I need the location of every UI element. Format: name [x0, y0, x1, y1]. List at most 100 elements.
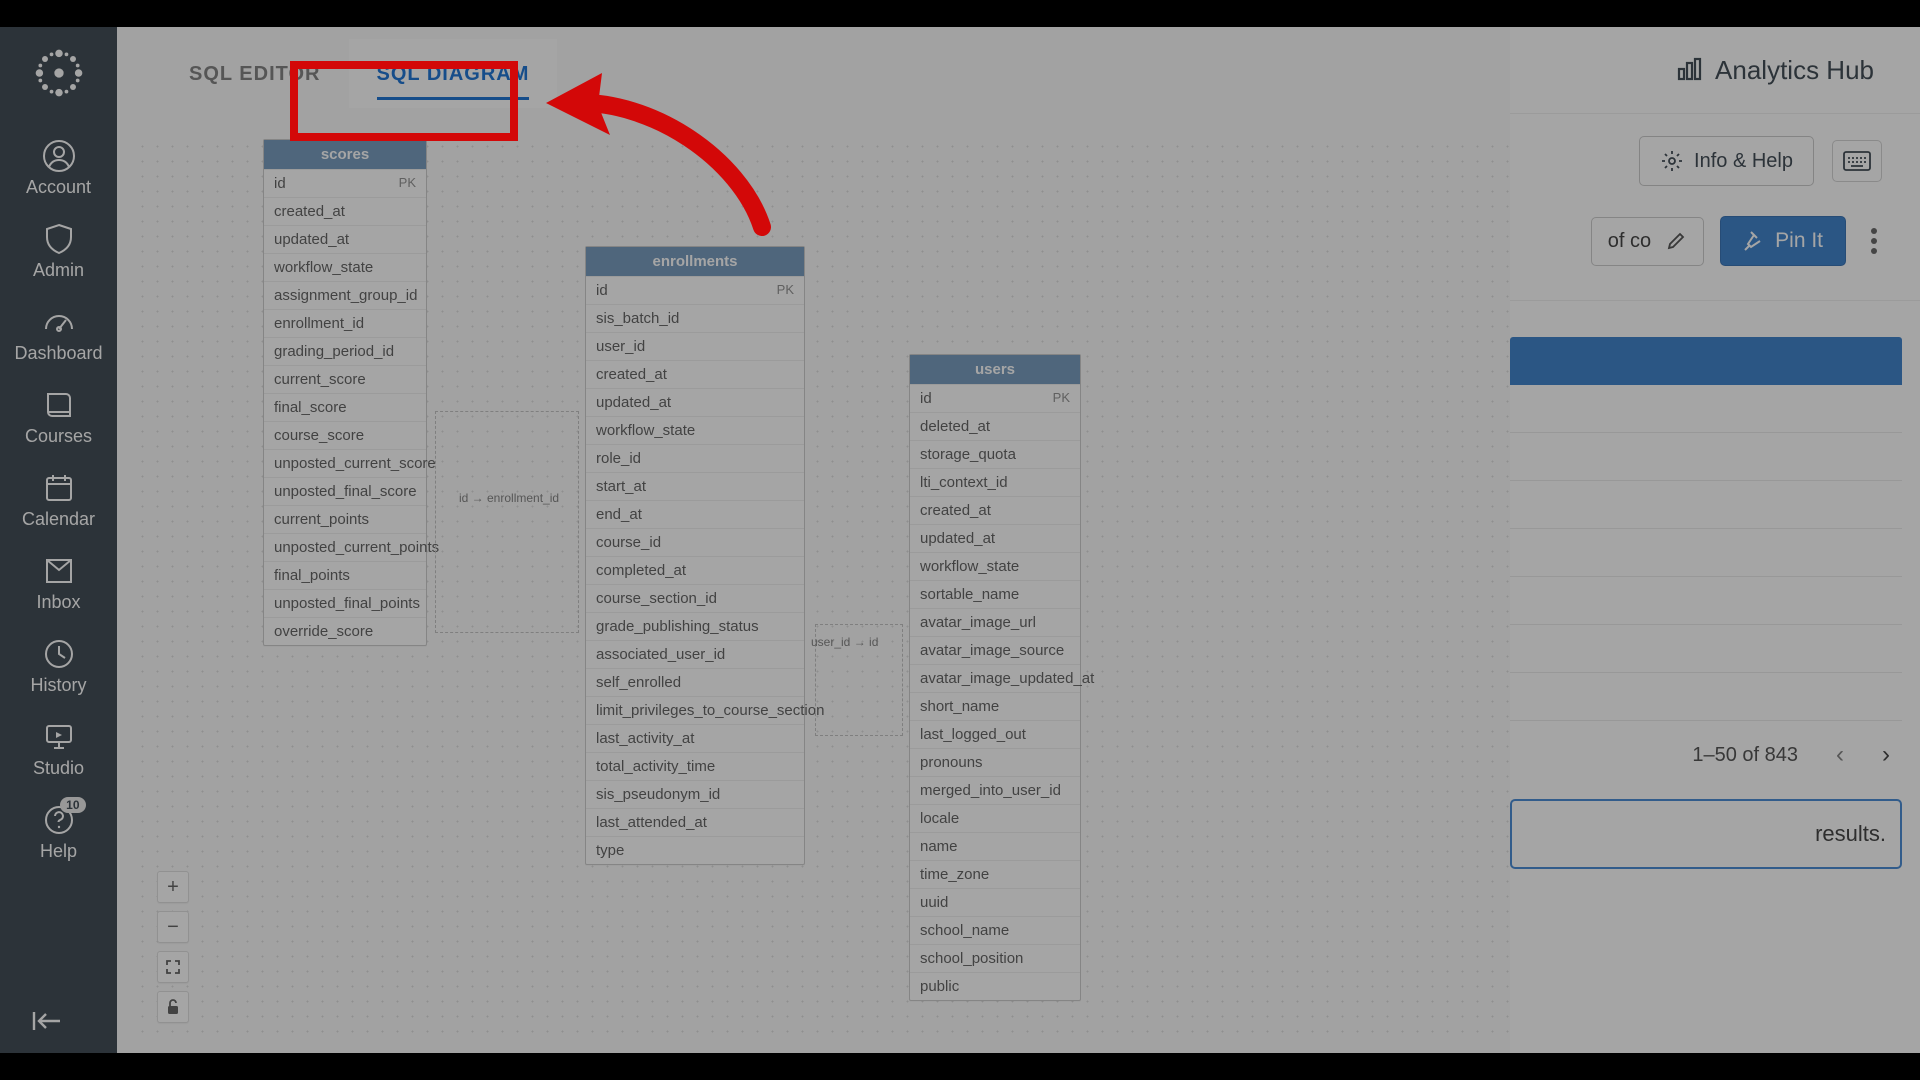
column-row[interactable]: course_score: [264, 421, 426, 449]
pk-indicator: PK: [777, 282, 794, 299]
table-row[interactable]: [1510, 673, 1902, 721]
column-row[interactable]: avatar_image_updated_at: [910, 664, 1080, 692]
column-row[interactable]: self_enrolled: [586, 668, 804, 696]
column-row[interactable]: course_section_id: [586, 584, 804, 612]
column-row[interactable]: lti_context_id: [910, 468, 1080, 496]
column-row[interactable]: grade_publishing_status: [586, 612, 804, 640]
column-row[interactable]: deleted_at: [910, 412, 1080, 440]
table-row[interactable]: [1510, 433, 1902, 481]
column-row[interactable]: updated_at: [910, 524, 1080, 552]
column-row[interactable]: current_points: [264, 505, 426, 533]
table-row[interactable]: [1510, 577, 1902, 625]
table-enrollments[interactable]: enrollments idPKsis_batch_id user_idcreat…: [585, 246, 805, 865]
column-row[interactable]: created_at: [264, 197, 426, 225]
column-row[interactable]: unposted_current_points: [264, 533, 426, 561]
column-row[interactable]: enrollment_id: [264, 309, 426, 337]
column-row[interactable]: avatar_image_url: [910, 608, 1080, 636]
column-row[interactable]: time_zone: [910, 860, 1080, 888]
pin-it-button[interactable]: Pin It: [1720, 216, 1846, 266]
table-users[interactable]: users idPKdeleted_atstorage_quotalti_con…: [909, 354, 1081, 1001]
column-name: updated_at: [920, 530, 995, 547]
column-row[interactable]: pronouns: [910, 748, 1080, 776]
column-row[interactable]: last_attended_at: [586, 808, 804, 836]
column-row[interactable]: last_activity_at: [586, 724, 804, 752]
pager-next[interactable]: ›: [1882, 741, 1890, 769]
column-row[interactable]: assignment_group_id: [264, 281, 426, 309]
nav-history[interactable]: History: [0, 627, 117, 710]
nav-admin[interactable]: Admin: [0, 212, 117, 295]
column-row[interactable]: short_name: [910, 692, 1080, 720]
column-row[interactable]: merged_into_user_id: [910, 776, 1080, 804]
column-row[interactable]: associated_user_id: [586, 640, 804, 668]
column-row[interactable]: updated_at: [264, 225, 426, 253]
column-row[interactable]: type: [586, 836, 804, 864]
zoom-out-button[interactable]: −: [157, 911, 189, 943]
column-row[interactable]: grading_period_id: [264, 337, 426, 365]
column-row[interactable]: course_id: [586, 528, 804, 556]
pager-prev[interactable]: ‹: [1836, 741, 1844, 769]
keyboard-button[interactable]: [1832, 140, 1882, 182]
zoom-in-button[interactable]: +: [157, 871, 189, 903]
column-name: course_score: [274, 427, 364, 444]
column-row[interactable]: role_id: [586, 444, 804, 472]
column-row[interactable]: uuid: [910, 888, 1080, 916]
table-body: idPKdeleted_atstorage_quotalti_context_i…: [910, 384, 1080, 1000]
nav-inbox[interactable]: Inbox: [0, 544, 117, 627]
column-name: user_id: [596, 338, 645, 355]
column-row[interactable]: updated_at: [586, 388, 804, 416]
column-row[interactable]: created_at: [586, 360, 804, 388]
inbox-icon: [42, 554, 76, 588]
column-row[interactable]: unposted_final_score: [264, 477, 426, 505]
column-row[interactable]: end_at: [586, 500, 804, 528]
column-row[interactable]: school_name: [910, 916, 1080, 944]
column-row[interactable]: current_score: [264, 365, 426, 393]
column-row[interactable]: user_id: [586, 332, 804, 360]
column-row[interactable]: limit_privileges_to_course_section: [586, 696, 804, 724]
column-row[interactable]: sis_pseudonym_id: [586, 780, 804, 808]
column-row[interactable]: completed_at: [586, 556, 804, 584]
more-menu-button[interactable]: [1862, 228, 1886, 254]
column-row[interactable]: workflow_state: [586, 416, 804, 444]
column-row[interactable]: start_at: [586, 472, 804, 500]
column-row[interactable]: last_logged_out: [910, 720, 1080, 748]
table-row[interactable]: [1510, 481, 1902, 529]
column-row[interactable]: avatar_image_source: [910, 636, 1080, 664]
column-row[interactable]: created_at: [910, 496, 1080, 524]
column-row[interactable]: school_position: [910, 944, 1080, 972]
column-row[interactable]: override_score: [264, 617, 426, 645]
column-row[interactable]: sis_batch_id: [586, 304, 804, 332]
column-row[interactable]: total_activity_time: [586, 752, 804, 780]
nav-account[interactable]: Account: [0, 129, 117, 212]
column-row[interactable]: final_score: [264, 393, 426, 421]
column-row[interactable]: workflow_state: [264, 253, 426, 281]
nav-help[interactable]: 10 Help: [0, 793, 117, 876]
nav-dashboard[interactable]: Dashboard: [0, 295, 117, 378]
column-row[interactable]: unposted_final_points: [264, 589, 426, 617]
filter-chip[interactable]: of co: [1591, 217, 1704, 266]
table-scores[interactable]: scores idPKcreated_atupdated_atworkflow_…: [263, 139, 427, 646]
nav-studio[interactable]: Studio: [0, 710, 117, 793]
nav-courses[interactable]: Courses: [0, 378, 117, 461]
lock-button[interactable]: [157, 991, 189, 1023]
column-row[interactable]: idPK: [264, 169, 426, 197]
column-row[interactable]: idPK: [586, 276, 804, 304]
column-row[interactable]: final_points: [264, 561, 426, 589]
nav-calendar[interactable]: Calendar: [0, 461, 117, 544]
column-row[interactable]: sortable_name: [910, 580, 1080, 608]
column-row[interactable]: workflow_state: [910, 552, 1080, 580]
column-row[interactable]: unposted_current_score: [264, 449, 426, 477]
zoom-fit-button[interactable]: [157, 951, 189, 983]
collapse-nav-button[interactable]: [30, 1008, 64, 1039]
column-row[interactable]: name: [910, 832, 1080, 860]
table-row[interactable]: [1510, 625, 1902, 673]
panel-title: Analytics Hub: [1715, 55, 1874, 86]
column-row[interactable]: idPK: [910, 384, 1080, 412]
table-row[interactable]: [1510, 529, 1902, 577]
table-row[interactable]: [1510, 385, 1902, 433]
info-help-button[interactable]: Info & Help: [1639, 136, 1814, 186]
column-row[interactable]: storage_quota: [910, 440, 1080, 468]
table-header: enrollments: [586, 247, 804, 276]
column-row[interactable]: public: [910, 972, 1080, 1000]
column-row[interactable]: locale: [910, 804, 1080, 832]
calendar-icon: [42, 471, 76, 505]
